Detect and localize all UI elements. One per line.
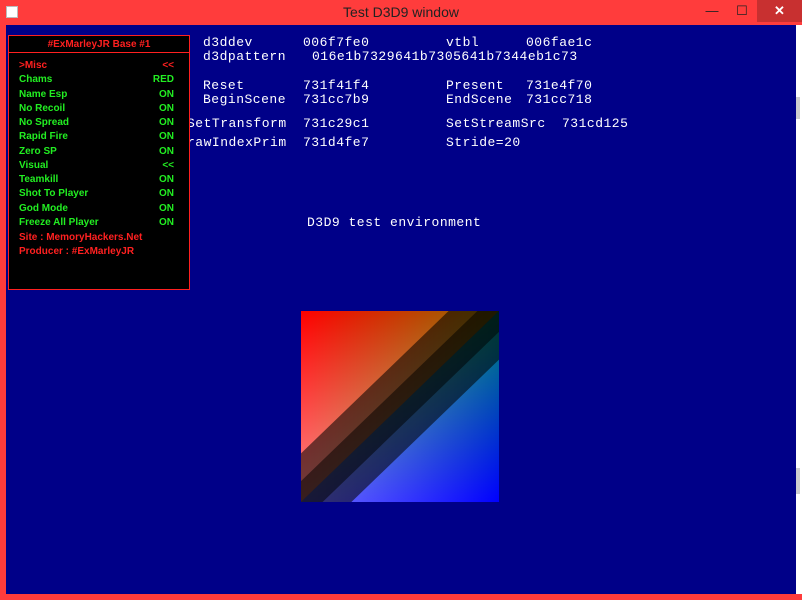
menu-item-value: ON: [159, 89, 174, 100]
d3dpattern-label: d3dpattern: [203, 49, 287, 64]
menu-item-label: Rapid Fire: [19, 131, 68, 142]
d3ddev-value: 006f7fe0: [303, 35, 370, 50]
menu-item-value: ON: [159, 203, 174, 214]
present-value: 731e4f70: [526, 78, 593, 93]
menu-item-value: ON: [159, 174, 174, 185]
menu-item-value: <<: [162, 60, 174, 71]
menu-item-no-recoil[interactable]: No Recoil ON: [19, 103, 174, 115]
drawindexprim-value: 731d4fe7: [303, 135, 370, 150]
menu-item-label: Freeze All Player: [19, 217, 99, 228]
menu-item-teamkill[interactable]: Teamkill ON: [19, 174, 174, 186]
menu-item-value: <<: [162, 160, 174, 171]
reset-value: 731f41f4: [303, 78, 370, 93]
settransform-label: SetTransform: [187, 116, 287, 131]
menu-item-label: No Spread: [19, 117, 70, 128]
window-title: Test D3D9 window: [343, 4, 459, 20]
menu-item-value: ON: [159, 217, 174, 228]
menu-item-no-spread[interactable]: No Spread ON: [19, 117, 174, 129]
menu-item-freeze-all-player[interactable]: Freeze All Player ON: [19, 217, 174, 229]
environment-caption: D3D9 test environment: [307, 215, 482, 230]
vtbl-value: 006fae1c: [526, 35, 593, 50]
setstreamsrc-value: 731cd125: [562, 116, 629, 131]
menu-item-misc[interactable]: >Misc <<: [19, 60, 174, 72]
menu-title: #ExMarleyJR Base #1: [9, 36, 189, 53]
maximize-button[interactable]: ☐: [727, 0, 757, 22]
menu-item-visual[interactable]: Visual <<: [19, 160, 174, 172]
menu-item-zero-sp[interactable]: Zero SP ON: [19, 146, 174, 158]
right-edge-marker: [796, 97, 800, 119]
menu-item-value: ON: [159, 188, 174, 199]
right-edge-marker: [796, 468, 800, 494]
vtbl-label: vtbl: [446, 35, 480, 50]
menu-item-value: ON: [159, 146, 174, 157]
d3ddev-label: d3ddev: [203, 35, 253, 50]
menu-site-link: Site : MemoryHackers.Net: [19, 232, 143, 243]
beginscene-value: 731cc7b9: [303, 92, 370, 107]
menu-item-name-esp[interactable]: Name Esp ON: [19, 89, 174, 101]
endscene-label: EndScene: [446, 92, 513, 107]
menu-item-value: ON: [159, 103, 174, 114]
menu-item-label: Chams: [19, 74, 53, 85]
endscene-value: 731cc718: [526, 92, 593, 107]
menu-item-label: God Mode: [19, 203, 68, 214]
drawindexprim-label: rawIndexPrim: [187, 135, 287, 150]
menu-item-label: Visual: [19, 160, 49, 171]
menu-item-god-mode[interactable]: God Mode ON: [19, 203, 174, 215]
menu-item-value: ON: [159, 117, 174, 128]
minimize-button[interactable]: —: [697, 0, 727, 22]
menu-item-label: No Recoil: [19, 103, 66, 114]
stride-label: Stride=20: [446, 135, 521, 150]
menu-item-label: >Misc: [19, 60, 48, 71]
menu-item-value: ON: [159, 131, 174, 142]
setstreamsrc-label: SetStreamSrc: [446, 116, 546, 131]
menu-item-chams[interactable]: Chams RED: [19, 74, 174, 86]
cheat-menu-panel: #ExMarleyJR Base #1 >Misc << Chams RED N…: [8, 35, 190, 290]
beginscene-label: BeginScene: [203, 92, 287, 107]
menu-item-label: Teamkill: [19, 174, 59, 185]
reset-label: Reset: [203, 78, 245, 93]
menu-item-label: Zero SP: [19, 146, 57, 157]
gradient-quad: [301, 311, 499, 502]
d3dpattern-value: 016e1b7329641b7305641b7344eb1c73: [312, 49, 578, 64]
menu-item-rapid-fire[interactable]: Rapid Fire ON: [19, 131, 174, 143]
menu-item-shot-to-player[interactable]: Shot To Player ON: [19, 188, 174, 200]
close-button[interactable]: ✕: [757, 0, 802, 22]
title-bar[interactable]: Test D3D9 window — ☐ ✕: [0, 0, 802, 25]
present-label: Present: [446, 78, 505, 93]
d3d-viewport[interactable]: d3ddev 006f7fe0 vtbl 006fae1c d3dpattern…: [6, 25, 796, 594]
window-bottom-border: [0, 594, 802, 600]
settransform-value: 731c29c1: [303, 116, 370, 131]
menu-item-label: Name Esp: [19, 89, 68, 100]
menu-item-value: RED: [152, 74, 174, 85]
menu-producer: Producer : #ExMarleyJR: [19, 246, 135, 257]
menu-item-label: Shot To Player: [19, 188, 89, 199]
